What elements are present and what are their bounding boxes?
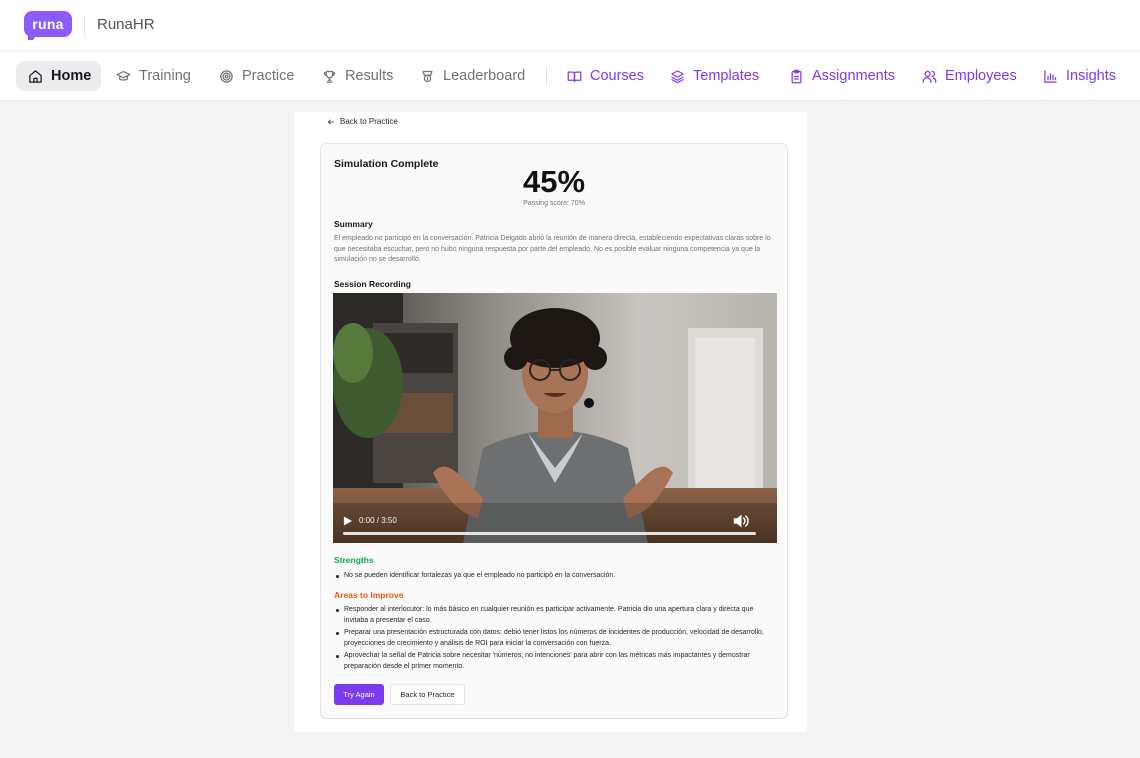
nav-separator [546,66,547,86]
strengths-heading: Strengths [334,555,374,565]
arrow-left-icon [327,119,335,124]
areas-heading: Areas to Improve [334,590,404,600]
nav-item-courses[interactable]: Courses [555,61,656,91]
try-again-button[interactable]: Try Again [334,684,384,705]
session-video-player[interactable]: 0:00 / 3:50 [333,293,777,543]
nav-item-insights[interactable]: Insights [1031,61,1128,91]
areas-list: Responder al interlocutor: lo más básico… [334,605,774,674]
trophy-icon [323,70,336,83]
users-icon [922,70,937,83]
video-progress-bar[interactable] [343,532,756,535]
nav-item-label: Results [345,68,394,84]
nav-item-assignments[interactable]: Assignments [777,61,907,91]
list-item: Aprovechar la señal de Patricia sobre ne… [334,651,774,673]
volume-icon[interactable] [733,514,750,528]
award-icon [422,70,433,82]
nav-item-label: Leaderboard [443,68,526,84]
nav-item-label: Employees [945,68,1017,84]
back-to-practice-button[interactable]: Back to Practice [390,684,465,705]
back-link-label: Back to Practice [340,117,398,126]
bar-chart-icon [1044,69,1057,83]
passing-score: Passing score: 70% [523,200,585,207]
nav-item-results[interactable]: Results [310,61,405,91]
nav-item-leaderboard[interactable]: Leaderboard [408,61,537,91]
nav-item-label: Insights [1066,68,1116,84]
layers-icon [671,69,684,83]
back-to-practice-link[interactable]: Back to Practice [327,117,398,126]
target-icon [220,69,233,83]
brand-name: RunaHR [97,16,155,33]
strengths-list: No se pueden identificar fortalezas ya q… [334,571,774,583]
clipboard-icon [791,69,802,83]
nav-item-label: Home [51,68,92,84]
video-controls: 0:00 / 3:50 [333,503,777,543]
nav-item-label: Assignments [812,68,896,84]
score-value: 45% [522,164,586,199]
result-card: Simulation Complete 45% Passing score: 7… [320,143,788,719]
nav-item-home[interactable]: Home [16,61,101,91]
nav-item-label: Practice [242,68,295,84]
main-nav: Home Training Practice Results Leaderboa… [0,52,1140,101]
home-icon [29,69,42,83]
list-item: Preparar una presentación estructurada c… [334,628,774,650]
nav-item-employees[interactable]: Employees [910,61,1029,91]
video-time: 0:00 / 3:50 [359,516,397,525]
nav-item-training[interactable]: Training [104,61,203,91]
play-icon[interactable] [343,516,352,526]
graduation-cap-icon [116,70,131,81]
runa-logo[interactable]: runa [24,11,72,41]
results-panel: Back to Practice Simulation Complete 45%… [294,112,807,732]
list-item: No se pueden identificar fortalezas ya q… [334,571,774,582]
recording-heading: Session Recording [334,279,411,289]
top-header: runa RunaHR [0,0,1140,52]
nav-item-templates[interactable]: Templates [658,61,771,91]
logo-tail [28,33,38,40]
summary-heading: Summary [334,219,373,229]
list-item: Responder al interlocutor: lo más básico… [334,605,774,627]
nav-item-practice[interactable]: Practice [207,61,306,91]
book-open-icon [567,71,582,82]
nav-item-label: Courses [590,68,644,84]
nav-item-label: Templates [693,68,760,84]
brand-divider [84,15,85,37]
summary-text: El empleado no participó en la conversac… [334,235,771,263]
nav-item-label: Training [139,68,191,84]
